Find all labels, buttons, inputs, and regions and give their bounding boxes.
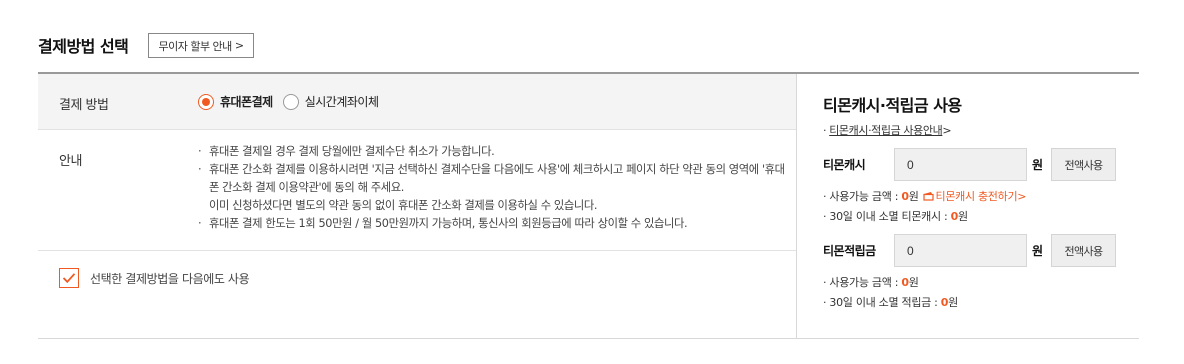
points-guide-link[interactable]: · 티몬캐시·적립금 사용안내>	[823, 122, 952, 138]
cash-available-label: 사용가능 금액 :	[829, 190, 902, 203]
reward-available: · 사용가능 금액 : 0원	[823, 276, 919, 289]
radio-mobile-payment[interactable]	[198, 93, 214, 110]
reward-unit: 원	[1032, 244, 1044, 258]
cash-expiring-unit: 원	[957, 210, 968, 223]
reward-expiring-unit: 원	[948, 296, 958, 309]
option-mobile-payment-label[interactable]: 휴대폰결제	[220, 93, 273, 110]
radio-bank-transfer[interactable]	[282, 93, 299, 110]
notice-item-text: 휴대폰 간소화 결제를 이용하시려면 '지금 선택하신 결제수단을 다음에도 사…	[209, 163, 785, 194]
save-method-row: 선택한 결제방법을 다음에도 사용	[38, 251, 796, 338]
notice-label: 안내	[59, 154, 82, 169]
notice-item: 휴대폰 간소화 결제를 이용하시려면 '지금 선택하신 결제수단을 다음에도 사…	[198, 161, 788, 215]
notice-list: 휴대폰 결제일 경우 결제 당월에만 결제수단 취소가 가능합니다. 휴대폰 간…	[198, 143, 788, 233]
cash-use-all-button[interactable]: 전액사용	[1051, 148, 1116, 181]
payment-method-row: 결제 방법 휴대폰결제 실시간계좌이체	[38, 74, 796, 130]
payment-method-label: 결제 방법	[59, 98, 109, 113]
notice-item: 휴대폰 결제일 경우 결제 당월에만 결제수단 취소가 가능합니다.	[198, 143, 788, 161]
cash-expiring-value: 0	[950, 210, 959, 223]
cash-input[interactable]	[894, 148, 1027, 181]
cash-available-unit: 원	[908, 190, 919, 203]
cash-expiring: · 30일 이내 소멸 티몬캐시 : 0원	[823, 210, 968, 223]
cash-available: · 사용가능 금액 : 0원 티몬캐시 충전하기>	[823, 190, 1027, 203]
cash-unit: 원	[1032, 158, 1044, 172]
reward-expiring: · 30일 이내 소멸 적립금 : 0원	[823, 296, 958, 309]
radio-selected-dot	[202, 97, 210, 106]
chevron-right-icon: >	[234, 39, 244, 52]
wallet-icon	[922, 192, 934, 201]
notice-item: 휴대폰 결제 한도는 1회 50만원 / 월 50만원까지 가능하며, 통신사의…	[198, 215, 788, 233]
notice-item-subtext: 이미 신청하셨다면 별도의 약관 동의 없이 휴대폰 간소화 결제를 이용하실 …	[209, 199, 598, 212]
points-title: 티몬캐시·적립금 사용	[823, 96, 962, 115]
cash-available-value: 0	[901, 190, 909, 203]
notice-row: 안내 휴대폰 결제일 경우 결제 당월에만 결제수단 취소가 가능합니다. 휴대…	[38, 130, 796, 251]
bottom-divider	[38, 338, 1139, 339]
reward-available-value: 0	[901, 276, 909, 289]
save-method-label[interactable]: 선택한 결제방법을 다음에도 사용	[90, 270, 250, 287]
interest-free-info-button[interactable]: 무이자 할부 안내 >	[148, 33, 254, 58]
reward-available-unit: 원	[908, 276, 919, 289]
guide-link-text[interactable]: 티몬캐시·적립금 사용안내	[829, 124, 943, 137]
option-bank-transfer-label[interactable]: 실시간계좌이체	[305, 93, 379, 110]
reward-input[interactable]	[894, 234, 1027, 267]
cash-charge-link[interactable]: 티몬캐시 충전하기>	[922, 190, 1027, 203]
cash-expiring-label: 30일 이내 소멸 티몬캐시 :	[829, 210, 951, 223]
reward-label: 티몬적립금	[823, 244, 876, 258]
payment-method-options: 휴대폰결제 실시간계좌이체	[198, 93, 388, 110]
reward-available-label: 사용가능 금액 :	[829, 276, 902, 289]
reward-expiring-label: 30일 이내 소멸 적립금 :	[829, 296, 941, 309]
chevron-right-icon: >	[942, 124, 952, 137]
checkmark-icon	[62, 273, 76, 284]
reward-use-all-button[interactable]: 전액사용	[1051, 234, 1116, 267]
payment-method-panel: 결제 방법 휴대폰결제 실시간계좌이체 안내 휴대폰 결제일 경우 결제 당월에…	[38, 74, 796, 338]
info-button-label: 무이자 할부 안내	[158, 39, 232, 53]
chevron-right-icon: >	[1017, 190, 1027, 203]
points-panel: 티몬캐시·적립금 사용 · 티몬캐시·적립금 사용안내> 티몬캐시 원 전액사용…	[796, 74, 1139, 338]
cash-charge-text[interactable]: 티몬캐시 충전하기	[936, 190, 1018, 203]
save-method-checkbox[interactable]	[59, 268, 79, 288]
cash-label: 티몬캐시	[823, 158, 866, 172]
section-title: 결제방법 선택	[38, 37, 129, 56]
